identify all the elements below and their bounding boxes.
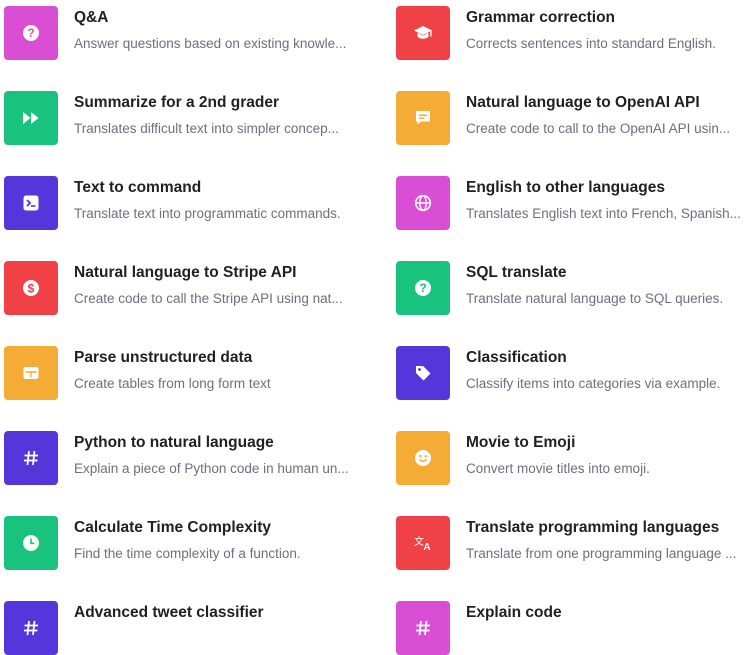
example-title: Q&A <box>74 9 109 26</box>
tag-icon <box>396 346 450 400</box>
dollar-icon: $ <box>4 261 58 315</box>
terminal-icon <box>4 176 58 230</box>
svg-text:?: ? <box>27 26 34 40</box>
message-icon <box>396 91 450 145</box>
example-card[interactable]: Movie to Emoji Convert movie titles into … <box>392 425 754 485</box>
example-card[interactable]: Classification Classify items into catego… <box>392 340 754 400</box>
example-card[interactable]: Text to command Translate text into progr… <box>0 170 366 230</box>
example-card[interactable]: Calculate Time Complexity Find the time c… <box>0 510 366 570</box>
example-card[interactable]: Parse unstructured data Create tables fro… <box>0 340 366 400</box>
example-title: SQL translate <box>466 264 567 281</box>
question-icon: ? <box>396 261 450 315</box>
example-card[interactable]: English to other languages Translates Eng… <box>392 170 754 230</box>
example-card[interactable]: $ Natural language to Stripe API Create co… <box>0 255 366 315</box>
example-card[interactable]: Explain code <box>392 595 754 655</box>
example-description: Create code to call the Stripe API using… <box>74 291 343 306</box>
example-description: Corrects sentences into standard English… <box>466 36 716 51</box>
example-title: Translate programming languages <box>466 519 720 536</box>
example-description: Create code to call to the OpenAI API us… <box>466 121 731 136</box>
example-title: Grammar correction <box>466 9 616 26</box>
example-description: Translate from one programming language … <box>466 546 737 561</box>
example-title: Summarize for a 2nd grader <box>74 94 280 111</box>
example-card[interactable]: Natural language to OpenAI API Create cod… <box>392 85 754 145</box>
example-description: Translate text into programmatic command… <box>74 206 341 221</box>
example-description: Translates English text into French, Spa… <box>466 206 741 221</box>
example-card[interactable]: Summarize for a 2nd grader Translates dif… <box>0 85 366 145</box>
example-title: Advanced tweet classifier <box>74 604 264 621</box>
example-description: Classify items into categories via examp… <box>466 376 721 391</box>
clock-icon <box>4 516 58 570</box>
svg-text:?: ? <box>419 281 426 295</box>
translate-icon: 文A <box>396 516 450 570</box>
graduation-cap-icon <box>396 6 450 60</box>
hashtag-icon <box>4 431 58 485</box>
example-description: Convert movie titles into emoji. <box>466 461 650 476</box>
svg-text:$: $ <box>28 281 35 295</box>
example-card[interactable]: ? SQL translate Translate natural language… <box>392 255 754 315</box>
example-title: Text to command <box>74 179 202 196</box>
example-card[interactable]: Grammar correction Corrects sentences int… <box>392 0 754 60</box>
example-description: Create tables from long form text <box>74 376 271 391</box>
question-icon: ? <box>4 6 58 60</box>
example-title: English to other languages <box>466 179 665 196</box>
svg-text:A: A <box>423 542 430 552</box>
table-icon <box>4 346 58 400</box>
example-description: Explain a piece of Python code in human … <box>74 461 349 476</box>
example-title: Natural language to OpenAI API <box>466 94 700 111</box>
example-title: Explain code <box>466 604 562 621</box>
example-description: Answer questions based on existing knowl… <box>74 36 347 51</box>
example-title: Classification <box>466 349 567 366</box>
example-title: Python to natural language <box>74 434 274 451</box>
fast-forward-icon <box>4 91 58 145</box>
smile-icon <box>396 431 450 485</box>
example-description: Translate natural language to SQL querie… <box>466 291 724 306</box>
example-card[interactable]: ? Q&A Answer questions based on existing k… <box>0 0 366 60</box>
example-description: Find the time complexity of a function. <box>74 546 301 561</box>
hashtag-icon <box>396 601 450 655</box>
example-title: Movie to Emoji <box>466 434 576 451</box>
example-title: Natural language to Stripe API <box>74 264 297 281</box>
example-card[interactable]: Advanced tweet classifier <box>0 595 366 655</box>
example-description: Translates difficult text into simpler c… <box>74 121 339 136</box>
globe-icon <box>396 176 450 230</box>
hashtag-icon <box>4 601 58 655</box>
examples-grid: ? Q&A Answer questions based on existing k… <box>0 0 754 655</box>
example-title: Parse unstructured data <box>74 349 253 366</box>
example-card[interactable]: Python to natural language Explain a piec… <box>0 425 366 485</box>
example-card[interactable]: 文 A Translate programming languages Transla… <box>392 510 754 570</box>
example-title: Calculate Time Complexity <box>74 519 271 536</box>
